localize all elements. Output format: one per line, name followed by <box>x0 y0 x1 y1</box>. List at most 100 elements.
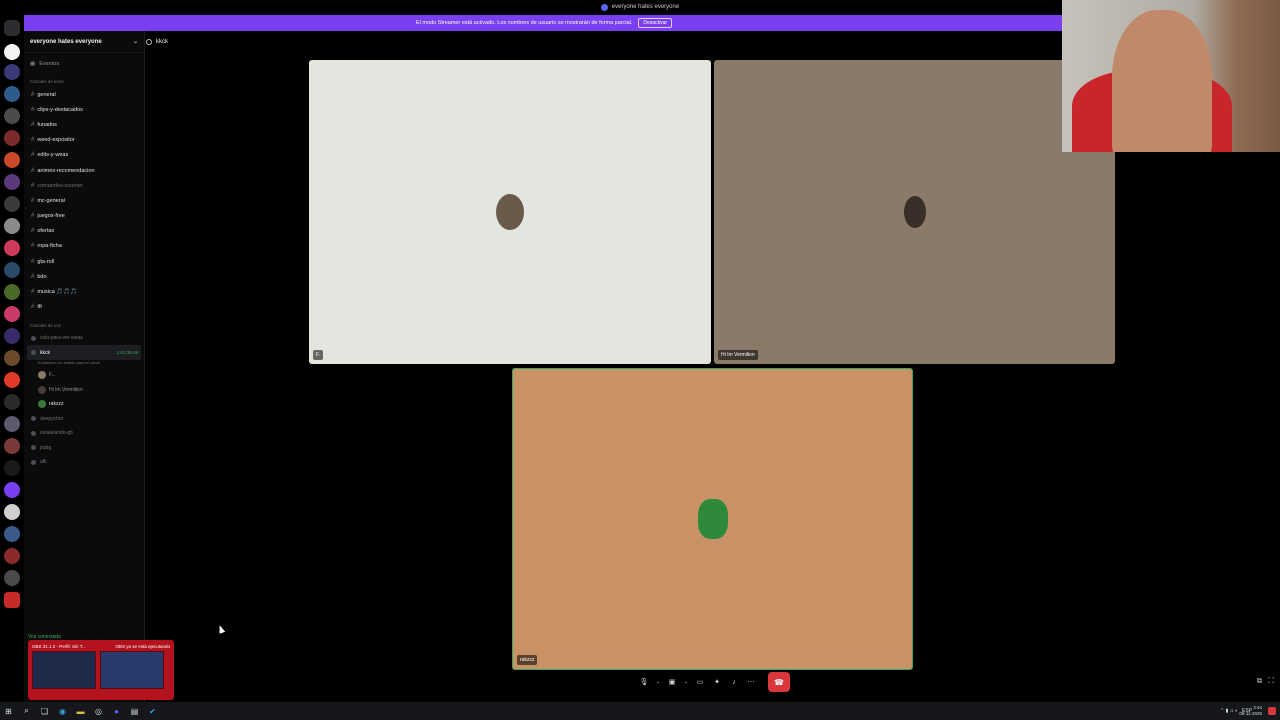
video-tile-speaking[interactable]: rakzzz <box>512 368 913 670</box>
server-icon[interactable] <box>4 328 20 344</box>
category-voice-channels[interactable]: Canales de voz <box>24 315 144 331</box>
text-channel-item[interactable]: # ofertas <box>24 224 144 239</box>
tray-icons[interactable]: ⌃ ▮ ♫ ◐ <box>1220 708 1238 714</box>
text-channel-item[interactable]: # edits-y-weas <box>24 148 144 163</box>
discord-icon[interactable]: ● <box>112 707 121 716</box>
activities-icon[interactable]: ✦ <box>711 676 723 688</box>
disable-streamer-mode-button[interactable]: Desactivar <box>638 18 673 28</box>
text-channel-item[interactable]: # juegos-free <box>24 209 144 224</box>
file-explorer-icon[interactable]: ▬ <box>76 707 85 716</box>
video-tile[interactable]: F. <box>309 60 711 364</box>
text-channel-item[interactable]: # tft <box>24 300 144 315</box>
voice-channel-active[interactable]: kkck 1:01:36:46 <box>27 345 141 360</box>
disconnect-button[interactable]: ☎ <box>768 672 790 692</box>
server-icon[interactable] <box>4 174 20 190</box>
server-icon[interactable] <box>4 504 20 520</box>
taskbar-preview-popup[interactable]: OBS 31.1.2 - Perfil: Sin T... OBS ya se … <box>28 640 174 700</box>
server-icon[interactable] <box>4 394 20 410</box>
view-controls: ⧉ ⛶ <box>1257 676 1274 686</box>
date: 08-11-2025 <box>1239 711 1262 716</box>
server-icon[interactable] <box>4 416 20 432</box>
channel-name: general <box>37 91 56 98</box>
user-name: rakzzz <box>49 401 64 408</box>
screen-share-icon[interactable]: ▭ <box>694 676 706 688</box>
server-icon[interactable] <box>4 350 20 366</box>
text-channel-item[interactable]: # mc-general <box>24 193 144 208</box>
server-icon[interactable] <box>4 526 20 542</box>
camera-icon[interactable]: ▣ <box>666 676 678 688</box>
channel-name: funados <box>37 121 57 128</box>
server-icon[interactable] <box>4 44 20 60</box>
voice-channel-item[interactable]: solo-para-ver-weas <box>24 331 144 346</box>
home-icon[interactable] <box>4 20 20 36</box>
text-channel-item[interactable]: # ropa-ficha <box>24 239 144 254</box>
windows-start-icon[interactable]: ⊞ <box>4 707 13 716</box>
text-channel-item[interactable]: # comandos-counter <box>24 178 144 193</box>
obs-icon[interactable]: ◎ <box>94 707 103 716</box>
server-icon[interactable] <box>4 284 20 300</box>
server-icon[interactable] <box>4 240 20 256</box>
server-icon[interactable] <box>4 130 20 146</box>
voice-user[interactable]: rakzzz <box>24 397 144 412</box>
server-icon[interactable] <box>4 262 20 278</box>
server-icon[interactable] <box>4 570 20 586</box>
clock[interactable]: 3:44 08-11-2025 <box>1239 705 1262 717</box>
search-icon[interactable]: ⌕ <box>22 706 31 716</box>
channel-name: afk <box>40 459 47 466</box>
server-icon[interactable] <box>4 86 20 102</box>
task-view-icon[interactable]: ❏ <box>40 707 49 716</box>
fullscreen-icon[interactable]: ⛶ <box>1268 676 1274 686</box>
server-icon[interactable] <box>4 548 20 564</box>
server-icon[interactable] <box>4 108 20 124</box>
text-channel-item[interactable]: # musica 🎵🎵🎵 <box>24 284 144 299</box>
category-text-channels[interactable]: Canales de texto <box>24 75 144 87</box>
server-icon[interactable] <box>4 218 20 234</box>
channel-status[interactable]: Establecer un estado para el canal <box>24 360 144 368</box>
hash-icon: # <box>31 91 35 98</box>
app-icon[interactable]: ▤ <box>130 707 139 716</box>
voice-user[interactable]: F... <box>24 368 144 383</box>
more-icon[interactable]: ⋯ <box>745 676 757 688</box>
server-icon[interactable] <box>4 196 20 212</box>
voice-channel-item[interactable]: deepychor <box>24 411 144 426</box>
server-header[interactable]: everyone hates everyone ⌄ <box>24 31 144 53</box>
microphone-icon[interactable]: 🎙 <box>638 676 650 688</box>
events-item[interactable]: ▦ Eventos <box>24 53 144 75</box>
voice-channel-item[interactable]: pubg <box>24 440 144 455</box>
voice-channel-item[interactable]: afk <box>24 455 144 470</box>
speaker-icon <box>146 39 152 45</box>
chevron-down-icon[interactable]: ⌄ <box>655 676 661 688</box>
channel-name: weed-expositor <box>37 137 75 144</box>
server-icon[interactable] <box>4 438 20 454</box>
text-channel-item[interactable]: # animes-recomendacion <box>24 163 144 178</box>
voice-user[interactable]: Hi Im Vermilion <box>24 382 144 397</box>
server-icon[interactable] <box>4 482 20 498</box>
video-tile[interactable]: Hi Im Vermilion <box>714 60 1115 364</box>
soundboard-icon[interactable]: ♪ <box>728 676 740 688</box>
app-icon[interactable]: ✔ <box>148 707 157 716</box>
window-thumbnail[interactable] <box>32 651 96 689</box>
text-channel-item[interactable]: # weed-expositor <box>24 133 144 148</box>
text-channel-item[interactable]: # clips-y-destacados <box>24 102 144 117</box>
voice-channel-item[interactable]: estalelando-gb <box>24 426 144 441</box>
text-channel-item[interactable]: # gta-roll <box>24 254 144 269</box>
chevron-down-icon[interactable]: ⌄ <box>683 676 689 688</box>
popout-icon[interactable]: ⧉ <box>1257 676 1263 686</box>
channel-sidebar: everyone hates everyone ⌄ ▦ Eventos Cana… <box>24 31 145 702</box>
edge-icon[interactable]: ◉ <box>58 707 67 716</box>
server-icon[interactable] <box>4 460 20 476</box>
channel-name: musica 🎵🎵🎵 <box>37 289 77 296</box>
channel-name: mc-general <box>37 197 65 204</box>
notification-icon[interactable] <box>1268 707 1276 715</box>
text-channel-item[interactable]: # funados <box>24 117 144 132</box>
avatar <box>903 196 926 228</box>
server-icon[interactable] <box>4 64 20 80</box>
text-channel-item[interactable]: # general <box>24 87 144 102</box>
server-icon[interactable] <box>4 372 20 388</box>
window-thumbnail[interactable] <box>100 651 164 689</box>
hash-icon: # <box>31 137 35 144</box>
server-icon[interactable] <box>4 306 20 322</box>
server-icon[interactable] <box>4 152 20 168</box>
server-icon[interactable] <box>4 592 20 608</box>
text-channel-item[interactable]: # bdo <box>24 269 144 284</box>
